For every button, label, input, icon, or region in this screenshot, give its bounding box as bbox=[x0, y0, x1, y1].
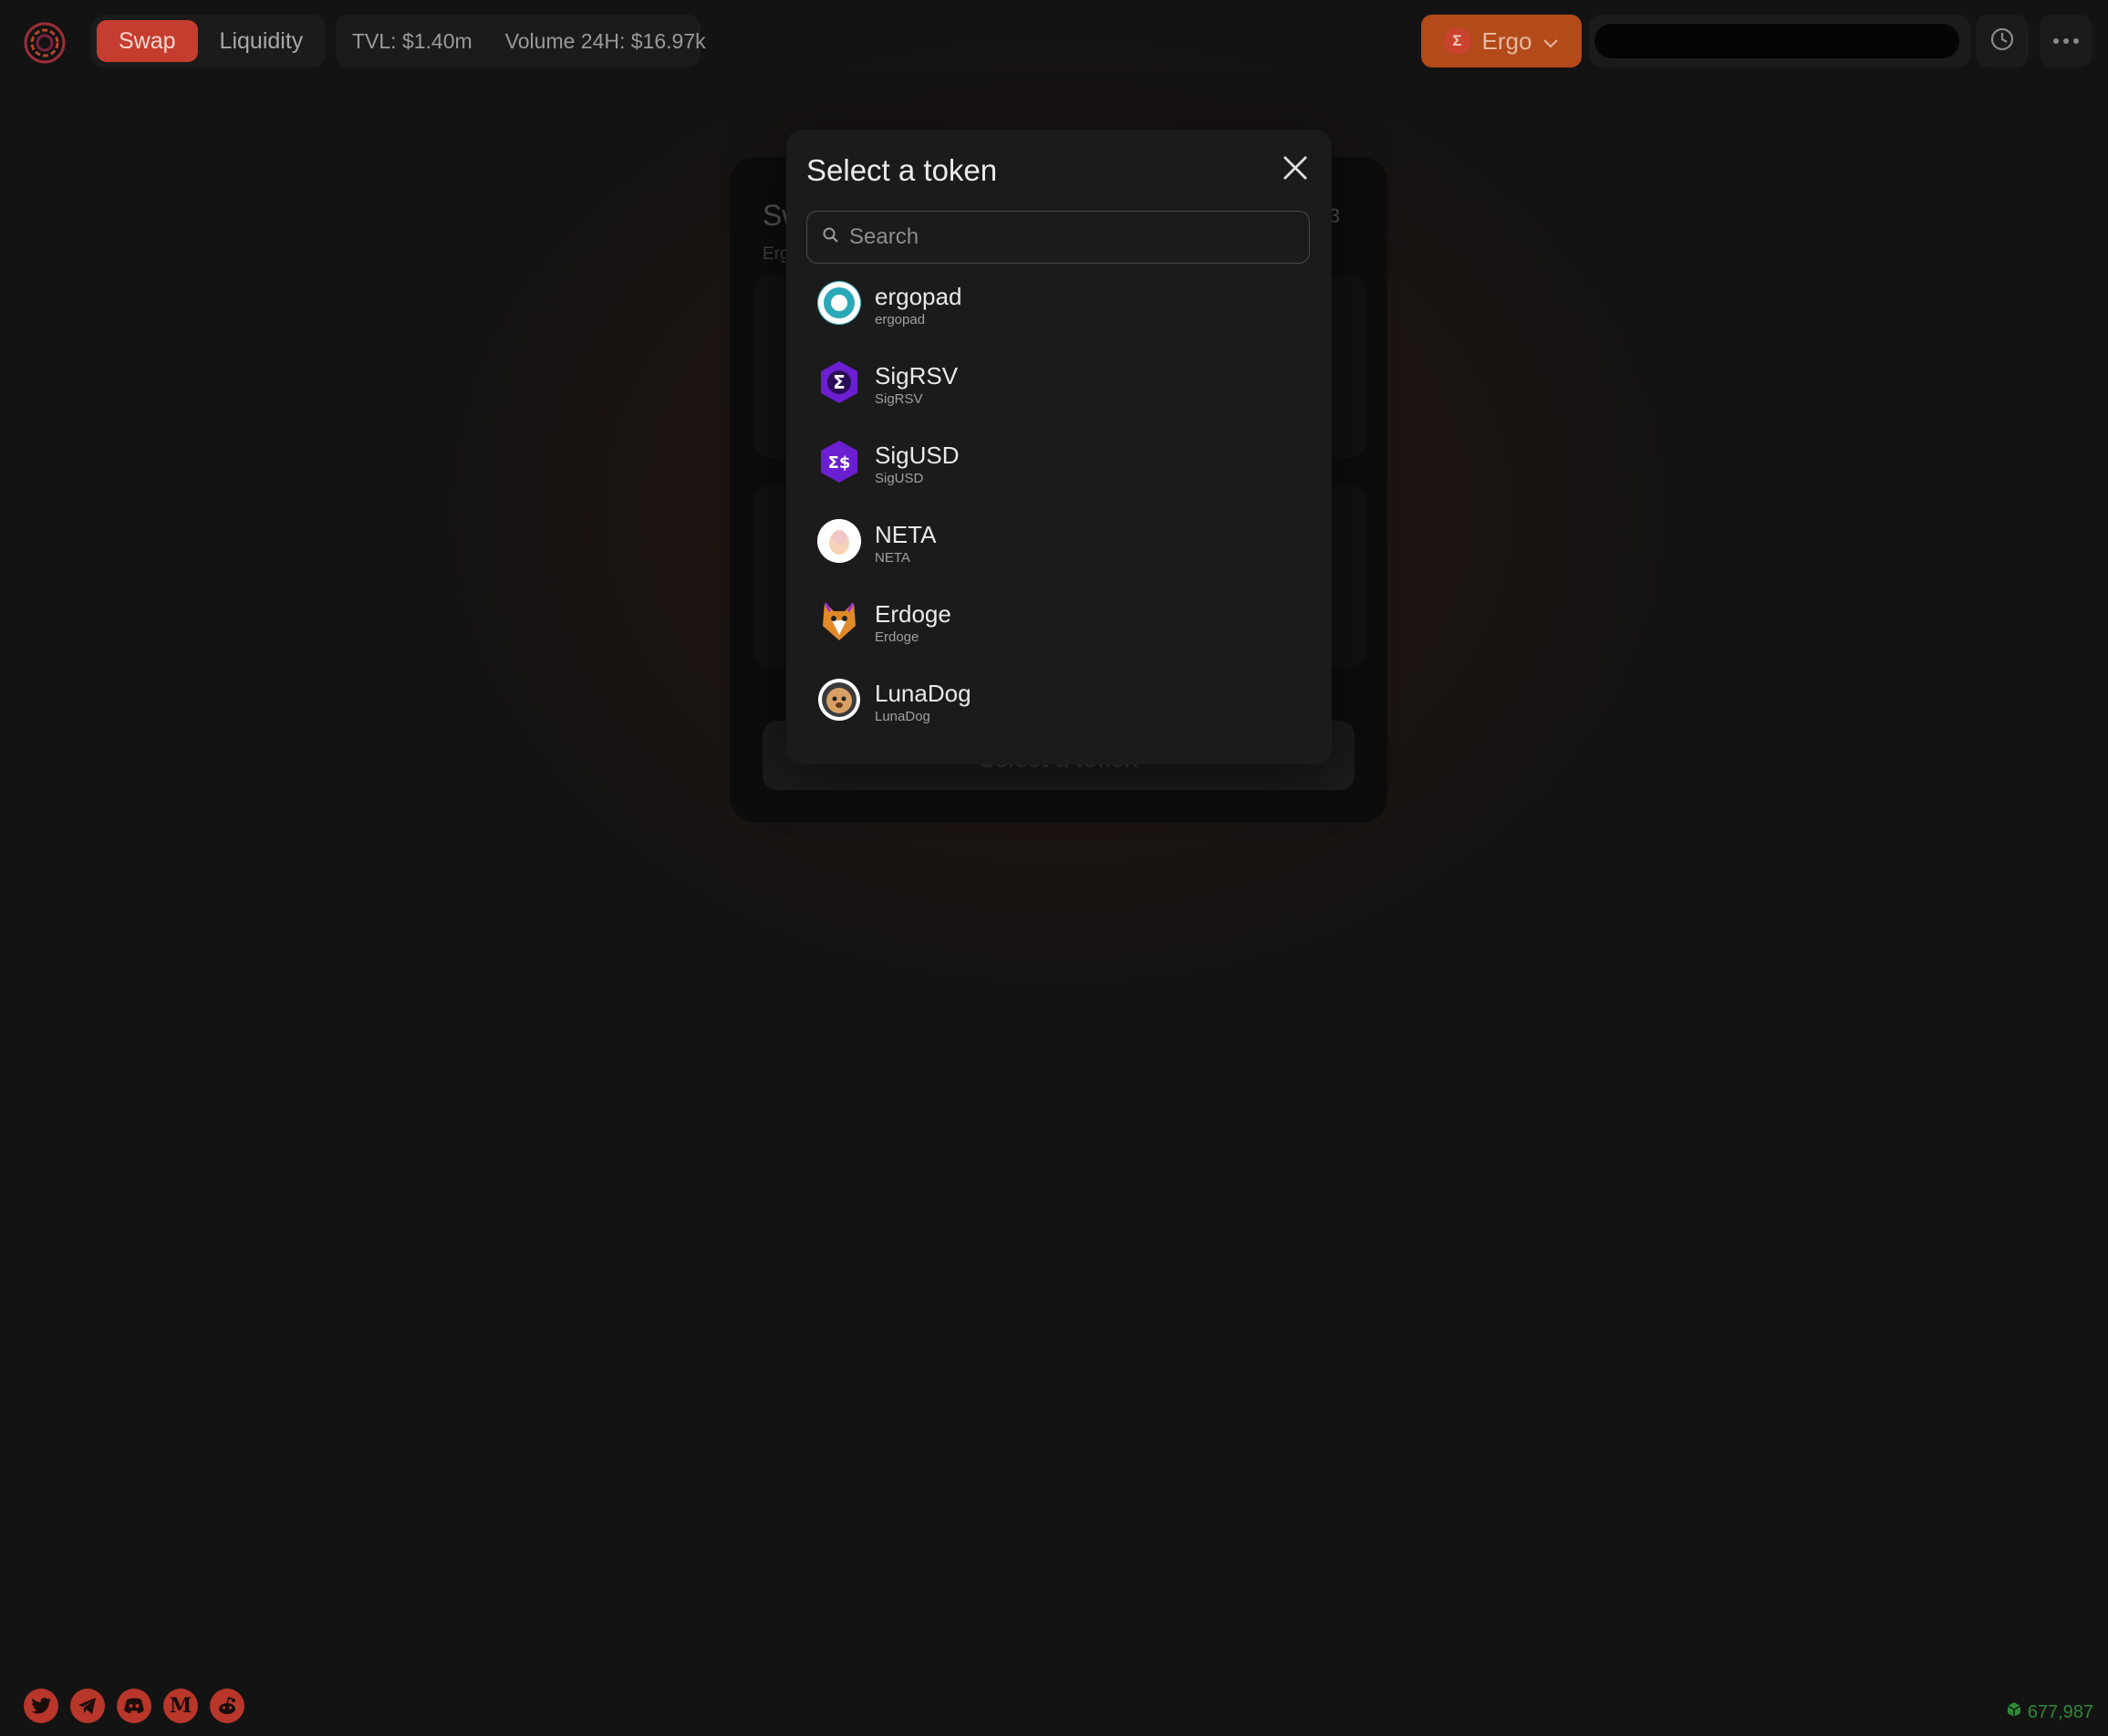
svg-text:Σ$: Σ$ bbox=[828, 453, 851, 473]
token-item-sigusd[interactable]: Σ$ SigUSD SigUSD bbox=[786, 434, 1332, 514]
search-icon bbox=[822, 226, 840, 249]
token-name: NETA bbox=[875, 521, 937, 548]
stats-bar: TVL: $1.40m Volume 24H: $16.97k bbox=[336, 15, 706, 68]
token-name: SigRSV bbox=[875, 362, 959, 390]
token-name: LunaDog bbox=[875, 680, 971, 707]
main-nav: Swap Liquidity bbox=[91, 15, 326, 68]
token-name: SigUSD bbox=[875, 442, 960, 469]
network-selector-button[interactable]: Σ Ergo bbox=[1421, 15, 1582, 68]
more-horizontal-icon bbox=[2052, 33, 2080, 49]
social-links: M bbox=[24, 1689, 244, 1723]
spectrum-logo-icon[interactable] bbox=[22, 20, 67, 66]
twitter-icon[interactable] bbox=[24, 1689, 58, 1723]
block-height-indicator: 677,987 bbox=[2006, 1701, 2093, 1723]
svg-text:Σ: Σ bbox=[833, 371, 846, 393]
history-icon bbox=[1989, 26, 2015, 57]
redacted-wallet-address bbox=[1594, 24, 1959, 58]
token-item-lunadog[interactable]: LunaDog LunaDog bbox=[786, 672, 1332, 752]
token-name: ergopad bbox=[875, 283, 962, 310]
token-item-sigrsv[interactable]: Σ SigRSV SigRSV bbox=[786, 355, 1332, 434]
lunadog-icon bbox=[817, 678, 861, 722]
token-ticker: Erdoge bbox=[875, 629, 919, 645]
close-modal-button[interactable] bbox=[1275, 150, 1315, 190]
token-item-erdoge[interactable]: Erdoge Erdoge bbox=[786, 593, 1332, 672]
select-token-modal: Select a token ergopad ergopad Σ bbox=[786, 130, 1332, 764]
token-ticker: LunaDog bbox=[875, 709, 930, 724]
modal-title: Select a token bbox=[806, 153, 998, 187]
telegram-icon[interactable] bbox=[70, 1689, 105, 1723]
block-height-value: 677,987 bbox=[2027, 1701, 2093, 1722]
token-name: Erdoge bbox=[875, 600, 951, 628]
tvl-stat: TVL: $1.40m bbox=[352, 28, 472, 53]
swap-tab[interactable]: Swap bbox=[97, 20, 198, 62]
close-icon bbox=[1282, 154, 1309, 186]
ergopad-icon bbox=[817, 281, 861, 325]
medium-icon[interactable]: M bbox=[163, 1689, 198, 1723]
wallet-connect-button[interactable] bbox=[1589, 15, 1970, 68]
token-ticker: ergopad bbox=[875, 312, 926, 327]
sigusd-icon: Σ$ bbox=[817, 440, 861, 483]
token-ticker: SigUSD bbox=[875, 471, 924, 486]
token-item-neta[interactable]: NETA NETA bbox=[786, 514, 1332, 593]
ergo-coin-icon: Σ bbox=[1443, 27, 1471, 55]
token-list: ergopad ergopad Σ SigRSV SigRSV Σ$ SigUS… bbox=[786, 275, 1332, 752]
chevron-down-icon bbox=[1542, 27, 1559, 56]
search-input[interactable] bbox=[847, 223, 1289, 251]
token-item-ergopad[interactable]: ergopad ergopad bbox=[786, 275, 1332, 355]
token-ticker: NETA bbox=[875, 550, 910, 566]
volume-stat: Volume 24H: $16.97k bbox=[504, 28, 706, 53]
token-ticker: SigRSV bbox=[875, 391, 923, 407]
neta-icon bbox=[817, 519, 861, 563]
erdoge-icon bbox=[817, 598, 861, 642]
more-options-button[interactable] bbox=[2040, 15, 2092, 68]
network-label: Ergo bbox=[1481, 26, 1532, 55]
app-root: Swap Liquidity TVL: $1.40m Volume 24H: $… bbox=[0, 0, 2108, 1736]
sigrsv-icon: Σ bbox=[817, 360, 861, 404]
cube-icon bbox=[2006, 1701, 2022, 1723]
liquidity-tab[interactable]: Liquidity bbox=[198, 20, 326, 62]
history-button[interactable] bbox=[1976, 15, 2029, 68]
token-search-field[interactable] bbox=[806, 211, 1310, 264]
reddit-icon[interactable] bbox=[210, 1689, 244, 1723]
discord-icon[interactable] bbox=[117, 1689, 151, 1723]
